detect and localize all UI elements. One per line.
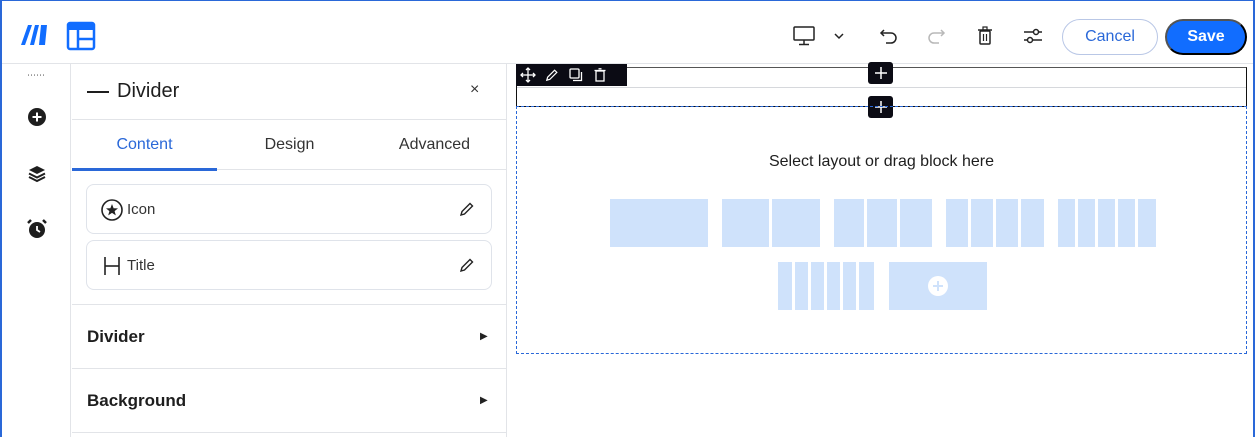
settings-panel: Divider × Content Design Advanced Icon T… <box>72 64 507 437</box>
undo-icon[interactable] <box>877 21 901 51</box>
layout-option-6-col[interactable] <box>778 262 874 310</box>
caret-right-icon: ▶ <box>480 395 488 406</box>
cancel-button[interactable]: Cancel <box>1062 19 1158 55</box>
layout-panel-icon[interactable] <box>66 21 96 51</box>
layout-option-2-col[interactable] <box>722 199 820 247</box>
pencil-icon[interactable] <box>459 257 475 273</box>
panel-header: Divider × <box>72 64 507 120</box>
panel-title: Divider <box>87 80 179 103</box>
panel-title-text: Divider <box>117 80 180 102</box>
content-item-title[interactable]: Title <box>86 240 492 290</box>
sliders-icon[interactable] <box>1020 21 1046 51</box>
content-item-label: Icon <box>127 201 156 218</box>
layout-option-4-col[interactable] <box>946 199 1044 247</box>
left-tool-rail: ⋯⋯ <box>2 64 71 437</box>
layers-icon[interactable] <box>24 160 50 186</box>
tab-design[interactable]: Design <box>217 120 362 170</box>
top-bar: Cancel Save <box>2 1 1253 64</box>
star-circle-icon <box>99 197 125 223</box>
trash-icon[interactable] <box>973 21 997 51</box>
move-icon[interactable] <box>516 64 540 86</box>
plus-circle-icon[interactable] <box>24 104 50 130</box>
trash-icon[interactable] <box>588 64 612 86</box>
pencil-icon[interactable] <box>540 64 564 86</box>
dropzone-title: Select layout or drag block here <box>768 153 994 170</box>
alarm-clock-icon[interactable] <box>24 216 50 242</box>
close-icon[interactable]: × <box>470 81 479 99</box>
tab-content[interactable]: Content <box>72 120 217 171</box>
divider-line-icon <box>87 90 109 93</box>
section-separator <box>72 432 507 437</box>
layout-option-3-col[interactable] <box>834 199 932 247</box>
content-item-icon[interactable]: Icon <box>86 184 492 234</box>
content-item-label: Title <box>127 257 155 274</box>
add-above-button[interactable] <box>868 62 893 84</box>
panel-tabs: Content Design Advanced <box>72 120 507 171</box>
tab-advanced[interactable]: Advanced <box>362 120 507 170</box>
wix-bars-logo-icon[interactable] <box>19 21 51 47</box>
layout-option-5-col[interactable] <box>1058 199 1156 247</box>
plus-circle-icon <box>928 276 948 296</box>
redo-icon[interactable] <box>924 21 948 51</box>
section-divider[interactable]: Divider ▶ <box>72 304 507 368</box>
add-custom-layout-button[interactable] <box>889 262 987 310</box>
layout-dropzone[interactable]: Select layout or drag block here <box>516 106 1247 354</box>
duplicate-icon[interactable] <box>564 64 588 86</box>
layout-option-1-col[interactable] <box>610 199 708 247</box>
divider-line <box>517 87 1246 88</box>
section-label: Background <box>87 391 187 410</box>
chevron-down-icon[interactable] <box>831 21 847 51</box>
drag-handle-icon[interactable]: ⋯⋯ <box>27 71 45 80</box>
element-toolbar <box>516 64 627 86</box>
pencil-icon[interactable] <box>459 201 475 217</box>
section-label: Divider <box>87 327 145 346</box>
desktop-monitor-icon[interactable] <box>791 21 817 51</box>
section-background[interactable]: Background ▶ <box>72 368 507 432</box>
caret-right-icon: ▶ <box>480 331 488 342</box>
save-button[interactable]: Save <box>1165 19 1247 55</box>
heading-h-icon <box>99 253 125 279</box>
